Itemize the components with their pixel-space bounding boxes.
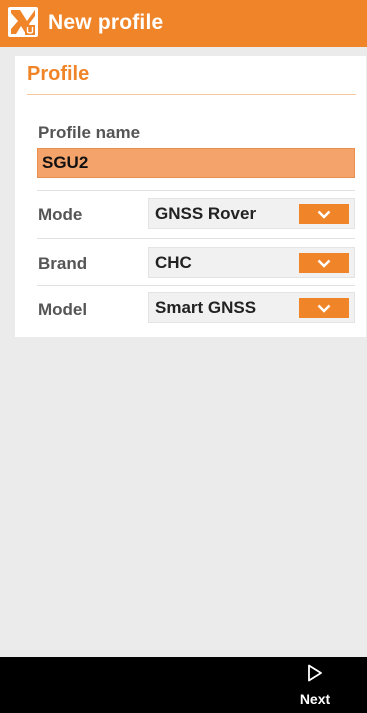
chevron-down-icon[interactable]	[299, 298, 349, 318]
chevron-down-icon[interactable]	[299, 204, 349, 224]
mode-select-value: GNSS Rover	[155, 204, 257, 223]
brand-label: Brand	[38, 254, 88, 273]
profile-name-label: Profile name	[38, 123, 141, 142]
profile-card: Profile Profile name SGU2 Mode GNSS Rove…	[15, 56, 366, 337]
play-triangle-outline-icon[interactable]	[307, 664, 323, 687]
brand-select-value: CHC	[155, 253, 192, 272]
page-title: New profile	[48, 11, 164, 34]
mode-select[interactable]: GNSS Rover	[148, 198, 355, 229]
chevron-down-icon[interactable]	[299, 253, 349, 273]
model-select-value: Smart GNSS	[155, 298, 257, 317]
bottom-bar: Next	[0, 657, 367, 713]
next-button[interactable]: Next	[290, 661, 340, 711]
row-divider	[37, 190, 355, 191]
app-logo-icon	[8, 7, 38, 37]
section-title: Profile	[27, 63, 90, 85]
row-divider	[37, 285, 355, 286]
app-bar: New profile	[0, 0, 367, 47]
mode-label: Mode	[38, 205, 83, 224]
model-label: Model	[38, 300, 88, 319]
next-label: Next	[299, 691, 331, 707]
brand-select[interactable]: CHC	[148, 247, 355, 278]
row-divider	[37, 238, 355, 239]
section-divider	[27, 94, 356, 95]
profile-name-input[interactable]: SGU2	[37, 148, 355, 178]
model-select[interactable]: Smart GNSS	[148, 292, 355, 323]
